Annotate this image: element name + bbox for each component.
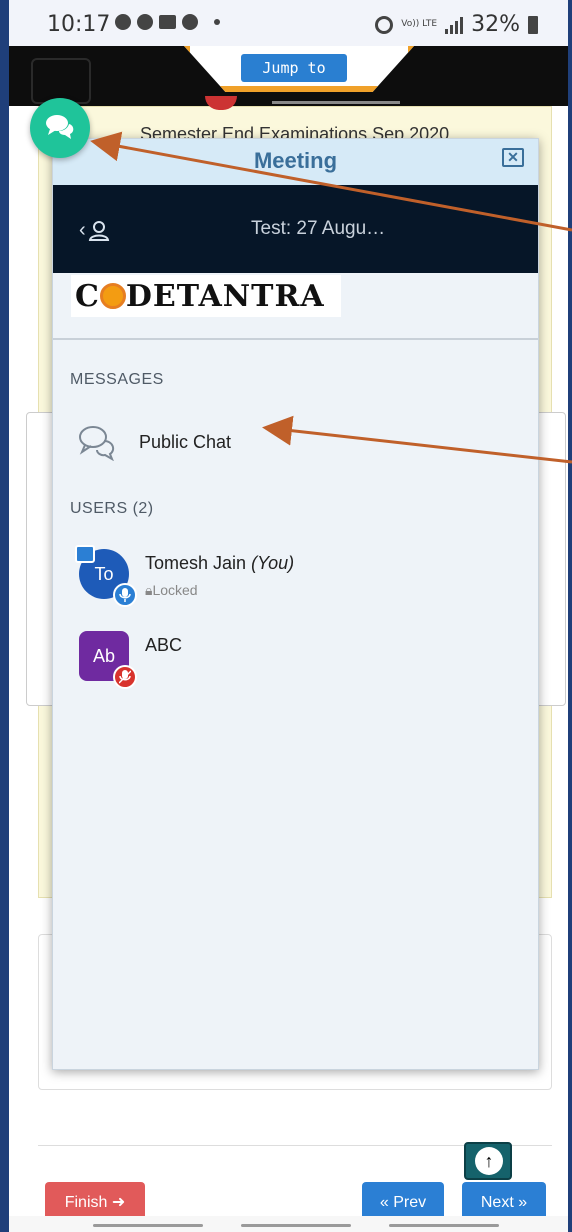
user-name: Tomesh Jain (You)	[145, 553, 294, 574]
user-info: Tomesh Jain (You) 🔒︎Locked	[145, 549, 294, 599]
public-chat-label: Public Chat	[139, 431, 232, 452]
nav-back[interactable]	[389, 1224, 499, 1227]
battery-percent: 32%	[471, 12, 520, 37]
meeting-title: Meeting	[253, 148, 338, 173]
arrow-up-icon: ↑	[475, 1147, 503, 1175]
university-subtitle	[272, 101, 400, 104]
user-list-item[interactable]: To Tomesh Jain (You) 🔒︎Locked	[75, 545, 294, 607]
chat-icon	[46, 115, 74, 139]
nav-home[interactable]	[241, 1224, 351, 1227]
jio-icon	[182, 14, 198, 30]
brand-prefix: C	[75, 279, 100, 314]
meeting-panel: Meeting ✕ ‹ Test: 27 Augu… C DETANTRA MES…	[52, 138, 539, 1070]
avatar: Ab	[79, 631, 137, 689]
user-icon	[88, 220, 109, 241]
system-nav-bar	[9, 1216, 568, 1232]
chevron-left-icon: ‹	[79, 219, 86, 241]
user-list-item[interactable]: Ab ABC	[79, 631, 183, 689]
sun-icon	[99, 283, 126, 309]
session-bar: ‹ Test: 27 Augu…	[53, 185, 538, 273]
presenter-icon	[75, 545, 95, 563]
screenshot-border-right	[568, 0, 572, 1232]
meeting-titlebar: Meeting ✕	[53, 139, 538, 185]
exit-icon: ➜	[111, 1194, 126, 1211]
chat-toggle-button[interactable]	[30, 98, 90, 158]
notification-icons	[115, 14, 220, 30]
app-header: Jump to	[9, 46, 568, 106]
close-icon[interactable]: ✕	[502, 148, 524, 167]
panel-divider	[53, 338, 538, 340]
battery-icon	[528, 15, 538, 34]
session-title: Test: 27 Augu…	[251, 218, 386, 239]
finish-label: Finish	[64, 1194, 108, 1211]
whatsapp-icon	[137, 14, 153, 30]
chat-bubbles-icon	[79, 426, 115, 461]
signal-icon	[445, 16, 464, 34]
status-time: 10:17	[47, 12, 111, 37]
public-chat-item[interactable]: Public Chat	[77, 423, 231, 461]
mic-on-icon	[113, 583, 137, 607]
nav-recents[interactable]	[93, 1224, 203, 1227]
avatar-initials: To	[94, 564, 114, 584]
network-label: Vo)) LTE	[401, 19, 438, 29]
jump-to-button[interactable]: Jump to	[241, 54, 347, 82]
screenshot-border-left	[0, 0, 9, 1232]
chrome-icon	[115, 14, 131, 30]
scroll-top-button[interactable]: ↑	[464, 1142, 512, 1180]
you-tag: (You)	[251, 553, 295, 573]
messages-heading: MESSAGES	[70, 371, 164, 388]
lock-status: Locked	[152, 582, 198, 598]
more-dot-icon	[214, 19, 220, 25]
user-name: ABC	[145, 635, 183, 655]
mic-muted-icon	[113, 665, 137, 689]
system-icons: Vo)) LTE 32%	[375, 12, 538, 37]
avatar: To	[75, 545, 137, 607]
brand-suffix: DETANTRA	[125, 279, 325, 314]
codetantra-logo: C DETANTRA	[71, 275, 341, 317]
users-heading: USERS (2)	[70, 500, 154, 517]
user-status: 🔒︎Locked	[145, 582, 294, 599]
alarm-icon	[375, 15, 394, 34]
user-name-text: Tomesh Jain	[145, 553, 247, 573]
status-bar: 10:17 Vo)) LTE 32%	[9, 0, 568, 46]
back-to-users-button[interactable]: ‹	[79, 219, 110, 242]
avatar-initials: Ab	[92, 646, 116, 666]
message-icon	[159, 15, 176, 29]
